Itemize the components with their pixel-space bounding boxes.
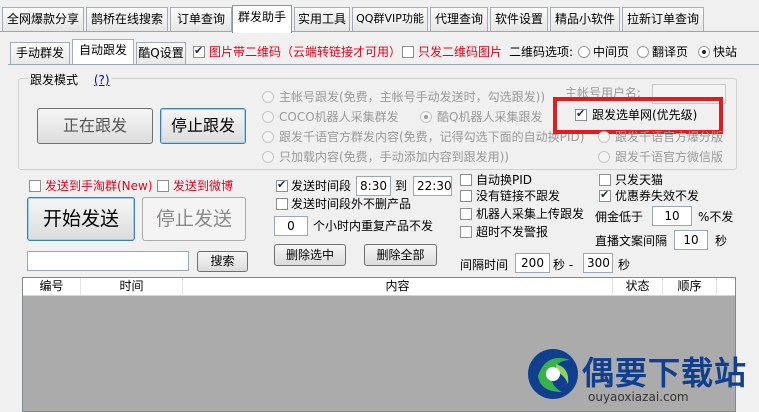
top-tab-bar: 全网爆款分享 鹊桥在线搜索 订单查询 群发助手 实用工具 QQ群VIP功能 代理… (0, 0, 759, 33)
no-link-skip-label: 没有链接不跟发 (476, 189, 561, 203)
follow-mode-title: 跟发模式 (?) (28, 71, 112, 88)
commission-low-input[interactable]: 10 (652, 206, 692, 226)
time-end-input[interactable]: 22:30 (413, 176, 452, 196)
col-header-content[interactable]: 内容 (183, 278, 613, 296)
timeout-alert-label: 超时不发警报 (476, 225, 549, 239)
interval-max-input[interactable]: 300 (583, 253, 613, 273)
qianyu-partial-radio[interactable] (598, 131, 610, 143)
tab-order-query[interactable]: 订单查询 (170, 7, 232, 31)
interval-label: 间隔时间 (460, 258, 509, 272)
commission-low-unit: %不发 (698, 210, 734, 224)
interval-unit-label: 秒 (618, 258, 631, 272)
search-button[interactable]: 搜索 (197, 251, 248, 272)
only-tmall-checkbox[interactable] (599, 174, 611, 186)
tab-qq-vip[interactable]: QQ群VIP功能 (352, 7, 428, 31)
commission-low-label: 佣金低于 (595, 210, 644, 224)
follow-mode-help-link[interactable]: (?) (94, 73, 110, 87)
qianyu-wechat-label: 跟发千语官方微信版 (615, 150, 724, 164)
time-range-label: 发送时间段 (291, 179, 352, 193)
qr-middle-label: 中间页 (593, 45, 630, 59)
qianyu-wechat-radio[interactable] (598, 151, 610, 163)
mode-kuq-radio[interactable] (420, 111, 432, 123)
tab-settings[interactable]: 软件设置 (490, 7, 548, 31)
logo-swirl-icon (528, 349, 578, 399)
coupon-invalid-checkbox[interactable] (599, 188, 611, 202)
time-to-label: 到 (395, 179, 408, 193)
mode-main-account-label: 主帐号跟发(免费，主帐号手动发送时，勾选跟发)) (279, 90, 546, 104)
table-header: 编号 时间 内容 状态 顺序 (23, 278, 735, 296)
highlight-box (553, 97, 723, 134)
stop-follow-button[interactable]: 停止跟发 (160, 108, 246, 144)
only-tmall-label: 只发天猫 (615, 173, 664, 187)
subtab-manual-send[interactable]: 手动群发 (10, 42, 70, 64)
only-qr-checkbox[interactable] (402, 46, 414, 58)
coupon-invalid-label: 优惠券失效不发 (615, 189, 700, 203)
time-range-checkbox[interactable] (276, 178, 288, 192)
stop-send-button[interactable]: 停止发送 (142, 197, 246, 241)
img-with-qr-label: 图片带二维码（云端转链接才可用） (209, 45, 402, 59)
search-input[interactable] (27, 251, 189, 271)
mode-kuq-label: 酷Q机器人采集跟发 (437, 110, 543, 124)
repeat-hours-input[interactable]: 0 (274, 216, 308, 236)
broadcast-interval-label: 直播文案间隔 (595, 234, 668, 248)
interval-dash-label: 秒 - (553, 258, 574, 272)
send-weibo-label: 发送到微博 (173, 179, 234, 193)
tab-bridge-search[interactable]: 鹊桥在线搜索 (86, 7, 168, 31)
no-link-skip-checkbox[interactable] (460, 190, 472, 202)
col-header-id[interactable]: 编号 (23, 278, 81, 296)
auto-pid-checkbox[interactable] (460, 174, 472, 186)
panel-divider (8, 64, 759, 65)
qr-fast-label: 快站 (713, 45, 738, 59)
tab-group-send-assistant[interactable]: 群发助手 (232, 5, 292, 33)
mode-coco-radio[interactable] (262, 111, 274, 123)
start-send-button[interactable]: 开始发送 (27, 197, 135, 241)
only-qr-label: 只发二维码图片 (418, 45, 503, 59)
send-taobao-checkbox[interactable] (29, 180, 41, 192)
qianyu-partial-label: 跟发千语官方爆分版 (615, 130, 724, 144)
mode-load-only-label: 只加载内容(免费，手动添加内容到跟发用)) (279, 150, 510, 164)
qr-middle-radio[interactable] (578, 46, 590, 58)
mode-coco-label: COCO机器人采集群发 (279, 110, 399, 124)
follow-mode-title-text: 跟发模式 (30, 73, 79, 87)
col-header-status[interactable]: 状态 (613, 278, 663, 296)
tab-tools[interactable]: 实用工具 (294, 7, 350, 31)
interval-min-input[interactable]: 200 (515, 253, 550, 273)
qr-translate-radio[interactable] (637, 46, 649, 58)
robot-upload-label: 机器人采集上传跟发 (476, 207, 585, 221)
timeout-alert-checkbox[interactable] (460, 226, 472, 238)
col-header-order[interactable]: 顺序 (663, 278, 717, 296)
no-delete-outside-label: 发送时间段外不删产品 (291, 197, 412, 211)
tab-mini-software[interactable]: 精品小软件 (550, 7, 620, 31)
mode-qianyu-official-radio[interactable] (262, 131, 274, 143)
mode-load-only-radio[interactable] (262, 151, 274, 163)
qr-option-label: 二维码选项: (509, 45, 574, 59)
tab-new-order-query[interactable]: 拉新订单查询 (622, 7, 704, 31)
broadcast-interval-input[interactable]: 10 (674, 230, 708, 250)
mode-qianyu-official-label: 跟发千语官方群发内容(免费，记得勾选下面的自动换PID) (279, 130, 585, 144)
col-header-time[interactable]: 时间 (81, 278, 183, 296)
mode-main-account-radio[interactable] (262, 91, 274, 103)
watermark-url: ouyaoxiazai.com (588, 390, 689, 404)
qr-fast-radio[interactable] (698, 46, 710, 58)
watermark-name: 偶要下载站 (582, 354, 748, 392)
delete-all-button[interactable]: 删除全部 (364, 244, 437, 266)
following-button[interactable]: 正在跟发 (37, 108, 153, 144)
broadcast-interval-unit: 秒 (715, 234, 728, 248)
auto-pid-label: 自动换PID (476, 173, 533, 187)
delete-selected-button[interactable]: 删除选中 (274, 244, 346, 266)
qr-translate-label: 翻译页 (652, 45, 689, 59)
tab-agent-query[interactable]: 代理查询 (430, 7, 488, 31)
watermark-logo: 偶要下载站 ouyaoxiazai.com (526, 340, 759, 412)
time-start-input[interactable]: 8:30 (356, 176, 391, 196)
no-delete-outside-checkbox[interactable] (276, 198, 288, 210)
send-weibo-checkbox[interactable] (157, 180, 169, 192)
repeat-hours-label: 个小时内重复产品不发 (313, 219, 434, 233)
subtab-auto-follow[interactable]: 自动跟发 (72, 39, 134, 65)
robot-upload-checkbox[interactable] (460, 208, 472, 220)
tab-hot-share[interactable]: 全网爆款分享 (2, 7, 84, 31)
img-with-qr-checkbox[interactable] (193, 44, 205, 58)
subtab-kuq-settings[interactable]: 酷Q设置 (136, 42, 186, 64)
send-taobao-label: 发送到手淘群(New) (45, 179, 153, 193)
